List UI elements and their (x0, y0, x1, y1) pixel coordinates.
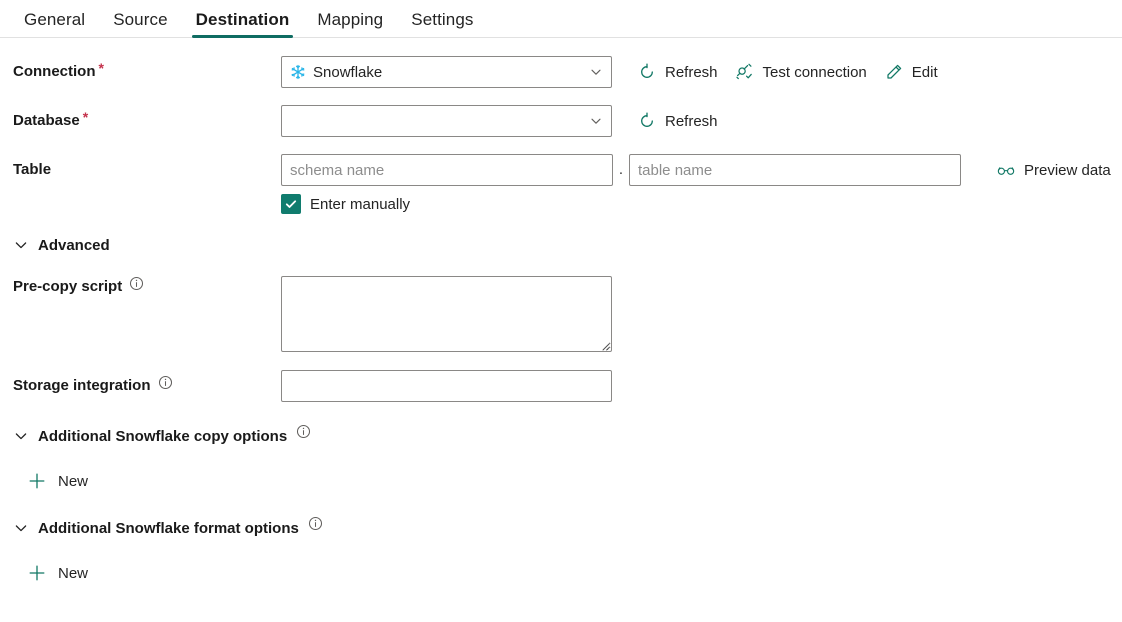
refresh-connection-button[interactable]: Refresh (629, 56, 727, 88)
storage-integration-input[interactable] (281, 370, 612, 402)
chevron-down-icon (13, 428, 29, 444)
connection-row: Connection * Snowflake Refresh Test conn… (0, 56, 1122, 90)
connection-label-text: Connection (13, 63, 96, 80)
connection-value: Snowflake (313, 63, 383, 81)
enter-manually-checkbox[interactable]: Enter manually (281, 194, 410, 214)
precopy-script-label-text: Pre-copy script (13, 278, 123, 295)
tab-settings[interactable]: Settings (397, 0, 487, 37)
copy-options-section-header[interactable]: Additional Snowflake copy options (0, 421, 311, 451)
precopy-script-textarea-wrap (281, 276, 612, 352)
enter-manually-label: Enter manually (310, 195, 411, 213)
new-label: New (58, 472, 89, 490)
tab-source[interactable]: Source (99, 0, 181, 37)
edit-label: Edit (911, 63, 938, 81)
checkmark-icon (285, 200, 297, 208)
refresh-label: Refresh (665, 63, 718, 81)
chevron-down-icon[interactable] (589, 65, 603, 79)
preview-data-button[interactable]: Preview data (988, 154, 1120, 186)
tab-label: Mapping (317, 9, 384, 29)
refresh-icon (638, 112, 656, 130)
tab-label: Settings (411, 9, 474, 29)
precopy-script-row: Pre-copy script (0, 276, 1122, 352)
table-label: Table (0, 154, 281, 186)
schema-name-placeholder: schema name (290, 161, 385, 179)
connection-dropdown[interactable]: Snowflake (281, 56, 612, 88)
storage-integration-row: Storage integration (0, 370, 1122, 404)
tab-mapping[interactable]: Mapping (303, 0, 397, 37)
refresh-icon (638, 63, 656, 81)
required-asterisk: * (82, 109, 89, 125)
storage-integration-label-text: Storage integration (13, 377, 151, 394)
database-dropdown[interactable] (281, 105, 612, 137)
tab-bar: General Source Destination Mapping Setti… (0, 0, 1122, 38)
required-asterisk: * (98, 60, 104, 76)
snowflake-icon (290, 64, 306, 80)
precopy-script-textarea[interactable] (281, 276, 612, 352)
info-icon[interactable] (129, 276, 144, 291)
edit-connection-button[interactable]: Edit (876, 56, 947, 88)
pencil-icon (885, 63, 903, 81)
info-icon[interactable] (158, 375, 173, 390)
storage-integration-label: Storage integration (0, 370, 281, 402)
info-icon[interactable] (296, 424, 311, 439)
glasses-icon (997, 161, 1015, 179)
info-icon[interactable] (308, 516, 323, 531)
tab-destination[interactable]: Destination (182, 0, 304, 38)
table-actions: Preview data (978, 154, 1120, 186)
refresh-database-button[interactable]: Refresh (629, 105, 727, 137)
refresh-label: Refresh (665, 112, 718, 130)
plus-icon (28, 472, 46, 490)
schema-table-separator: . (618, 161, 624, 178)
copy-options-label: Additional Snowflake copy options (38, 427, 288, 445)
format-options-new-button[interactable]: New (20, 557, 96, 589)
new-label: New (58, 564, 89, 582)
chevron-down-icon (13, 237, 29, 253)
chevron-down-icon[interactable] (589, 114, 603, 128)
schema-name-input[interactable]: schema name (281, 154, 613, 186)
tab-label: Source (113, 9, 168, 29)
database-label-text: Database (13, 112, 80, 129)
checkbox-box[interactable] (281, 194, 301, 214)
table-name-placeholder: table name (638, 161, 713, 179)
copy-options-new-button[interactable]: New (20, 465, 96, 497)
table-label-text: Table (13, 161, 52, 178)
table-name-input[interactable]: table name (629, 154, 961, 186)
plug-check-icon (735, 63, 754, 81)
connection-label: Connection * (0, 56, 281, 88)
tab-label: Destination (195, 9, 290, 29)
test-connection-label: Test connection (762, 63, 867, 81)
tab-general[interactable]: General (10, 0, 99, 37)
database-row: Database * Refresh (0, 105, 1122, 139)
advanced-label: Advanced (38, 236, 110, 254)
table-row: Table schema name . table name Preview d… (0, 154, 1122, 188)
precopy-script-label: Pre-copy script (0, 276, 281, 298)
tab-label: General (24, 9, 86, 29)
advanced-section-header[interactable]: Advanced (0, 230, 110, 260)
destination-form: Connection * Snowflake Refresh Test conn… (0, 38, 1122, 589)
connection-actions: Refresh Test connection Edit (629, 56, 947, 88)
database-actions: Refresh (629, 105, 727, 137)
plus-icon (28, 564, 46, 582)
format-options-label: Additional Snowflake format options (38, 519, 299, 537)
chevron-down-icon (13, 520, 29, 536)
format-options-section-header[interactable]: Additional Snowflake format options (0, 513, 323, 543)
preview-data-label: Preview data (1024, 161, 1111, 179)
database-label: Database * (0, 105, 281, 137)
test-connection-button[interactable]: Test connection (727, 56, 876, 88)
